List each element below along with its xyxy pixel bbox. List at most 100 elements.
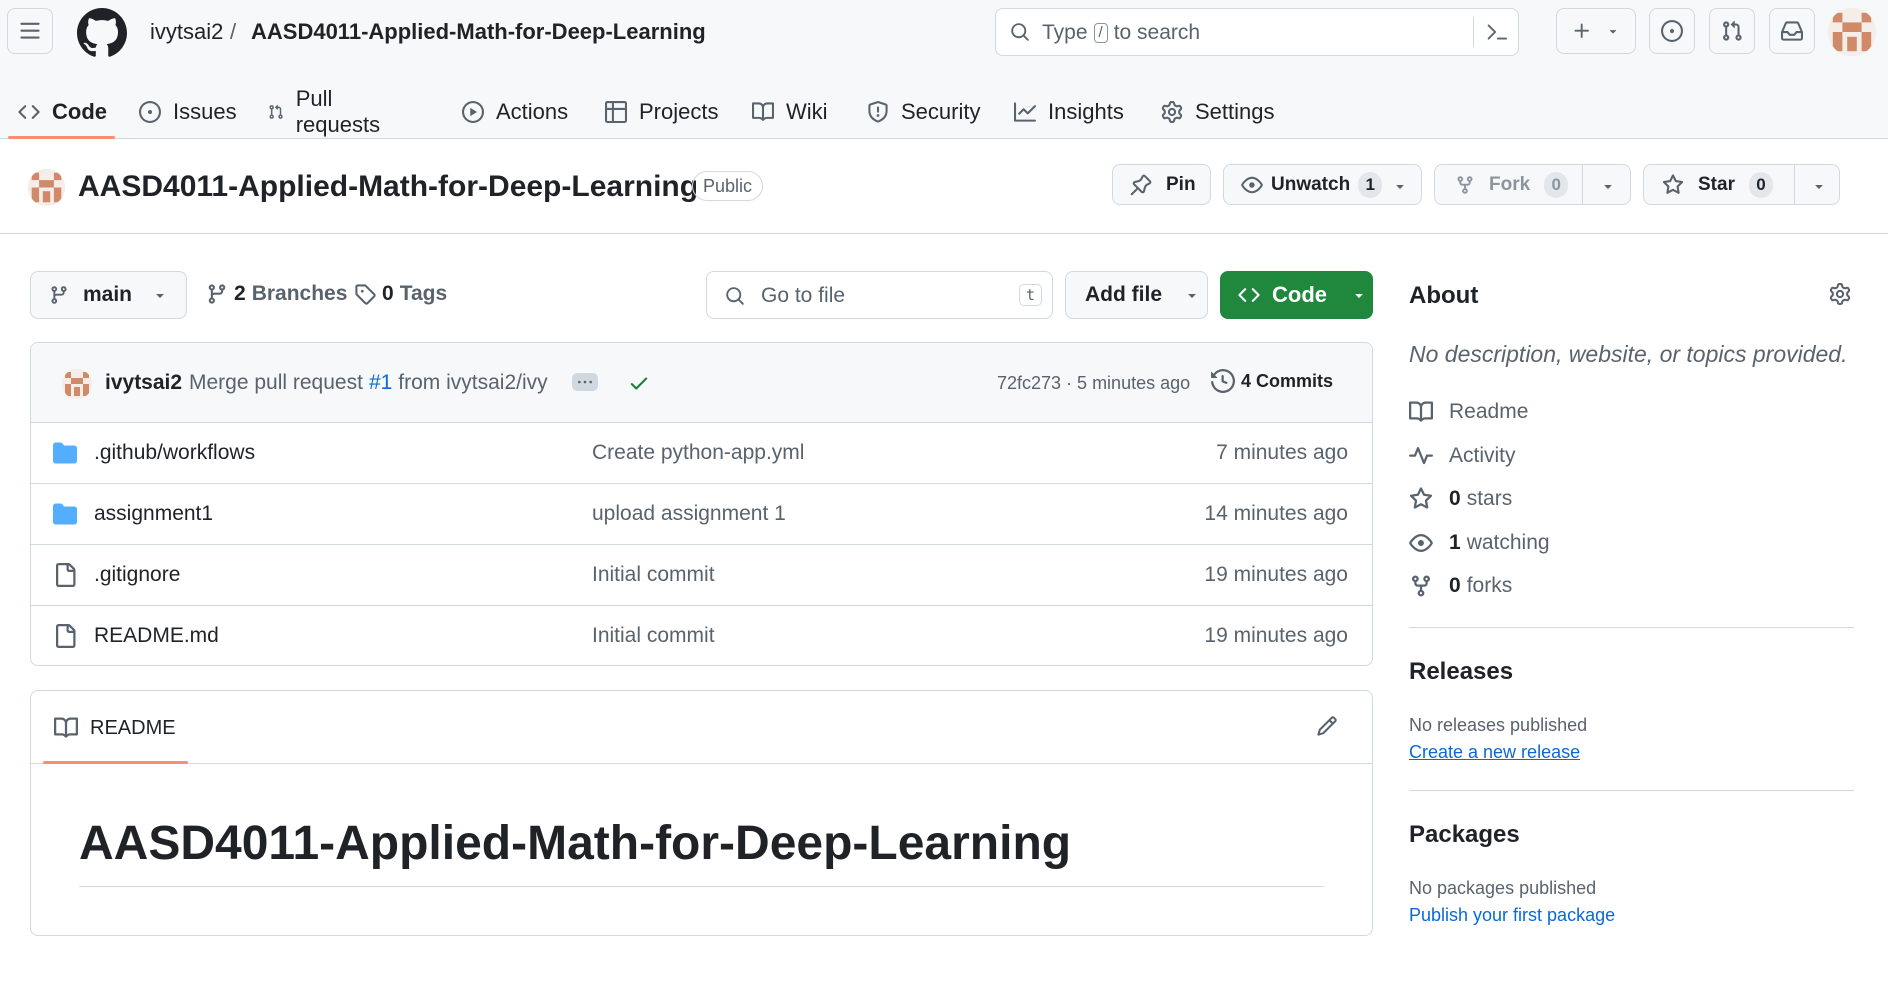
pin-label: Pin <box>1166 173 1196 195</box>
go-to-file-shortcut: t <box>1018 284 1042 306</box>
add-file-label: Add file <box>1085 283 1162 306</box>
releases-title[interactable]: Releases <box>1409 658 1513 686</box>
inbox-icon <box>1781 21 1803 41</box>
add-file-button[interactable]: Add file <box>1065 271 1208 319</box>
fork-split-divider <box>1582 165 1583 204</box>
gear-icon[interactable] <box>1829 283 1851 305</box>
file-row[interactable]: .gitignore Initial commit 19 minutes ago <box>31 545 1372 606</box>
tab-insights-label: Insights <box>1048 99 1124 124</box>
star-counter: 0 <box>1748 171 1773 198</box>
issues-shortcut-button[interactable] <box>1649 8 1695 54</box>
publish-package-link[interactable]: Publish your first package <box>1409 905 1615 926</box>
branch-select-button[interactable]: main <box>30 271 187 319</box>
hamburger-menu-button[interactable] <box>7 8 53 54</box>
watch-main[interactable]: Unwatch 1 <box>1241 165 1383 204</box>
tab-settings[interactable]: Settings <box>1161 86 1275 138</box>
branches-link[interactable]: 2 Branches <box>206 282 347 306</box>
global-search-input[interactable]: Type / to search <box>995 8 1519 56</box>
tab-issues[interactable]: Issues <box>139 86 237 138</box>
file-commit-message[interactable]: Initial commit <box>592 624 715 648</box>
watching-link[interactable]: 1 watching <box>1409 531 1550 555</box>
file-commit-message[interactable]: Initial commit <box>592 563 715 587</box>
stars-label: stars <box>1466 487 1513 510</box>
file-commit-message[interactable]: upload assignment 1 <box>592 502 786 526</box>
tab-projects-label: Projects <box>639 99 719 124</box>
create-new-button[interactable] <box>1556 8 1636 54</box>
triangle-down-icon[interactable] <box>1600 178 1616 194</box>
forks-label: forks <box>1466 574 1513 597</box>
releases-empty-text: No releases published <box>1409 715 1588 735</box>
watch-button[interactable]: Unwatch 1 <box>1223 164 1422 205</box>
file-row[interactable]: .github/workflows Create python-app.yml … <box>31 423 1372 484</box>
pencil-icon[interactable] <box>1316 715 1338 737</box>
stars-link[interactable]: 0 stars <box>1409 487 1512 511</box>
go-to-file-input[interactable]: Go to file t <box>706 271 1053 319</box>
fork-button[interactable]: Fork 0 <box>1434 164 1631 205</box>
tab-wiki[interactable]: Wiki <box>752 86 828 138</box>
user-avatar[interactable] <box>1828 8 1876 56</box>
graph-icon <box>1014 102 1036 122</box>
tags-link[interactable]: 0 Tags <box>354 282 447 306</box>
fork-main[interactable]: Fork 0 <box>1455 165 1569 204</box>
breadcrumb-owner[interactable]: ivytsai2 <box>150 19 223 45</box>
file-commit-message[interactable]: Create python-app.yml <box>592 441 804 465</box>
inbox-button[interactable] <box>1769 8 1815 54</box>
plus-icon <box>1574 23 1589 38</box>
tags-count: 0 <box>382 282 394 305</box>
code-icon <box>1238 288 1260 302</box>
commit-message[interactable]: Merge pull request #1 from ivytsai2/ivy <box>189 371 548 395</box>
github-logo-icon[interactable] <box>77 8 127 58</box>
repo-title[interactable]: AASD4011-Applied-Math-for-Deep-Learning <box>78 170 698 204</box>
readme-link[interactable]: Readme <box>1409 400 1528 424</box>
star-main[interactable]: Star 0 <box>1662 165 1773 204</box>
triangle-down-icon[interactable] <box>1392 178 1408 194</box>
global-header: ivytsai2 / AASD4011-Applied-Math-for-Dee… <box>0 0 1888 139</box>
tab-projects[interactable]: Projects <box>605 86 718 138</box>
readme-tab[interactable]: README <box>54 716 176 740</box>
file-name-link[interactable]: .gitignore <box>94 563 180 587</box>
tab-actions[interactable]: Actions <box>462 86 568 138</box>
file-row[interactable]: assignment1 upload assignment 1 14 minut… <box>31 484 1372 545</box>
branches-label: Branches <box>251 282 348 305</box>
tab-wiki-label: Wiki <box>786 99 828 124</box>
identicon-icon <box>28 169 65 206</box>
breadcrumb-repo[interactable]: AASD4011-Applied-Math-for-Deep-Learning <box>251 19 706 45</box>
stars-count: 0 <box>1449 487 1461 510</box>
watch-label: Unwatch <box>1271 173 1351 195</box>
commit-hash-time[interactable]: 72fc273 · 5 minutes ago <box>997 373 1190 394</box>
file-browser: ivytsai2 Merge pull request #1 from ivyt… <box>30 342 1373 666</box>
command-palette-icon[interactable] <box>1486 22 1508 42</box>
activity-link[interactable]: Activity <box>1409 444 1516 468</box>
commit-author-avatar[interactable] <box>62 369 92 399</box>
file-name-link[interactable]: .github/workflows <box>94 441 255 465</box>
file-icon <box>56 563 76 587</box>
commit-pr-link[interactable]: #1 <box>369 371 392 395</box>
pin-button[interactable]: Pin <box>1112 164 1211 205</box>
tab-pull-requests[interactable]: Pull requests <box>268 86 386 138</box>
tab-code[interactable]: Code <box>18 86 107 138</box>
menu-icon <box>20 22 40 39</box>
tab-actions-label: Actions <box>496 99 569 124</box>
file-name-link[interactable]: assignment1 <box>94 502 213 526</box>
branches-count: 2 <box>234 282 246 305</box>
about-title: About <box>1409 282 1479 309</box>
tab-security[interactable]: Security <box>867 86 980 138</box>
code-download-button[interactable]: Code <box>1220 271 1373 319</box>
file-name-link[interactable]: README.md <box>94 624 219 648</box>
pull-requests-shortcut-button[interactable] <box>1709 8 1755 54</box>
triangle-down-icon[interactable] <box>1811 178 1827 194</box>
commit-author[interactable]: ivytsai2 <box>105 371 182 395</box>
expand-commit-message-button[interactable] <box>572 373 598 391</box>
sidebar-divider <box>1409 627 1854 628</box>
latest-commit-bar: ivytsai2 Merge pull request #1 from ivyt… <box>31 343 1372 423</box>
tab-insights[interactable]: Insights <box>1014 86 1124 138</box>
create-release-link[interactable]: Create a new release <box>1409 742 1580 763</box>
star-button[interactable]: Star 0 <box>1643 164 1840 205</box>
play-icon <box>462 101 484 123</box>
check-icon[interactable] <box>628 372 650 394</box>
forks-link[interactable]: 0 forks <box>1409 574 1512 598</box>
packages-title[interactable]: Packages <box>1409 821 1520 849</box>
triangle-down-icon <box>1355 294 1363 298</box>
file-row[interactable]: README.md Initial commit 19 minutes ago <box>31 606 1372 665</box>
commits-history-link[interactable]: 4 Commits <box>1211 369 1333 393</box>
